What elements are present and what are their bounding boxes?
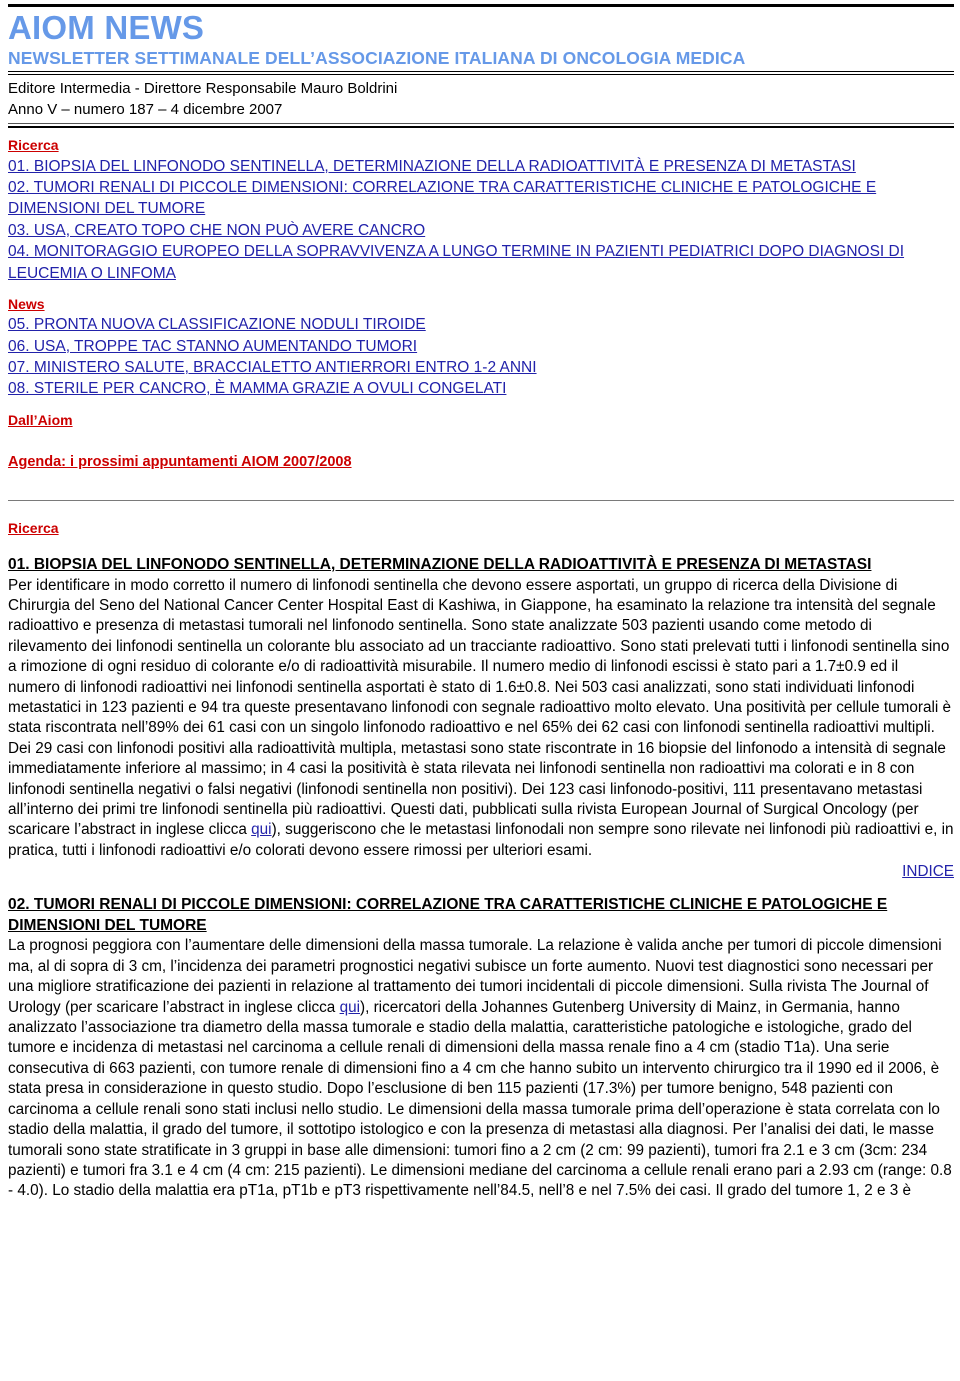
article-section-ricerca: Ricerca 01. BIOPSIA DEL LINFONODO SENTIN…: [8, 519, 954, 881]
toc-item-07[interactable]: 07. MINISTERO SALUTE, BRACCIALETTO ANTIE…: [8, 357, 954, 378]
toc-spacer-4: [8, 441, 954, 452]
toc-body-divider: [8, 500, 954, 502]
toc-list-news: 05. PRONTA NUOVA CLASSIFICAZIONE NODULI …: [8, 314, 954, 400]
article-02-body: La prognosi peggiora con l’aumentare del…: [8, 936, 954, 1201]
toc-spacer-2: [8, 400, 954, 411]
article-section-02: 02. TUMORI RENALI DI PICCOLE DIMENSIONI:…: [8, 895, 954, 1202]
article-02-title: 02. TUMORI RENALI DI PICCOLE DIMENSIONI:…: [8, 896, 888, 934]
masthead-publisher: Editore Intermedia - Direttore Responsab…: [8, 79, 398, 97]
toc-category-dallaiom[interactable]: Dall’Aiom: [8, 411, 73, 430]
article-spacer: [8, 881, 954, 895]
toc-item-05[interactable]: 05. PRONTA NUOVA CLASSIFICAZIONE NODULI …: [8, 314, 954, 335]
masthead-divider-2: [8, 123, 954, 129]
masthead: AIOM NEWS NEWSLETTER SETTIMANALE DELL’AS…: [8, 4, 954, 129]
toc-category-news[interactable]: News: [8, 295, 45, 314]
article-01-body: Per identificare in modo corretto il num…: [8, 576, 954, 862]
masthead-subtitle: NEWSLETTER SETTIMANALE DELL’ASSOCIAZIONE…: [8, 47, 746, 68]
toc-item-02[interactable]: 02. TUMORI RENALI DI PICCOLE DIMENSIONI:…: [8, 177, 954, 220]
toc-item-06[interactable]: 06. USA, TROPPE TAC STANNO AUMENTANDO TU…: [8, 336, 954, 357]
table-of-contents: Ricerca 01. BIOPSIA DEL LINFONODO SENTIN…: [8, 136, 954, 472]
article-01-title: 01. BIOPSIA DEL LINFONODO SENTINELLA, DE…: [8, 555, 872, 573]
toc-list-ricerca: 01. BIOPSIA DEL LINFONODO SENTINELLA, DE…: [8, 156, 954, 284]
article-02-abstract-link[interactable]: qui: [340, 999, 360, 1016]
toc-category-ricerca[interactable]: Ricerca: [8, 136, 59, 155]
masthead-title: AIOM NEWS: [8, 9, 205, 46]
document-page: AIOM NEWS NEWSLETTER SETTIMANALE DELL’AS…: [0, 4, 960, 1202]
article-01-body-part1: Per identificare in modo corretto il num…: [8, 576, 952, 839]
toc-item-08[interactable]: 08. STERILE PER CANCRO, È MAMMA GRAZIE A…: [8, 378, 954, 399]
section-category-ricerca[interactable]: Ricerca: [8, 519, 59, 539]
toc-item-03[interactable]: 03. USA, CREATO TOPO CHE NON PUÒ AVERE C…: [8, 220, 954, 241]
masthead-issue: Anno V – numero 187 – 4 dicembre 2007: [8, 101, 283, 119]
toc-item-01[interactable]: 01. BIOPSIA DEL LINFONODO SENTINELLA, DE…: [8, 156, 954, 177]
toc-spacer-3: [8, 430, 954, 441]
masthead-top-rule: [8, 4, 954, 7]
article-02-body-part2: ), ricercatori della Johannes Gutenberg …: [8, 998, 952, 1200]
article-01-abstract-link[interactable]: qui: [251, 821, 271, 838]
masthead-divider-1: [8, 70, 954, 75]
article-01-indice-row: INDICE: [8, 863, 954, 881]
toc-spacer-1: [8, 284, 954, 295]
toc-agenda-link[interactable]: Agenda: i prossimi appuntamenti AIOM 200…: [8, 452, 352, 472]
indice-link[interactable]: INDICE: [902, 863, 954, 880]
toc-item-04[interactable]: 04. MONITORAGGIO EUROPEO DELLA SOPRAVVIV…: [8, 241, 954, 284]
